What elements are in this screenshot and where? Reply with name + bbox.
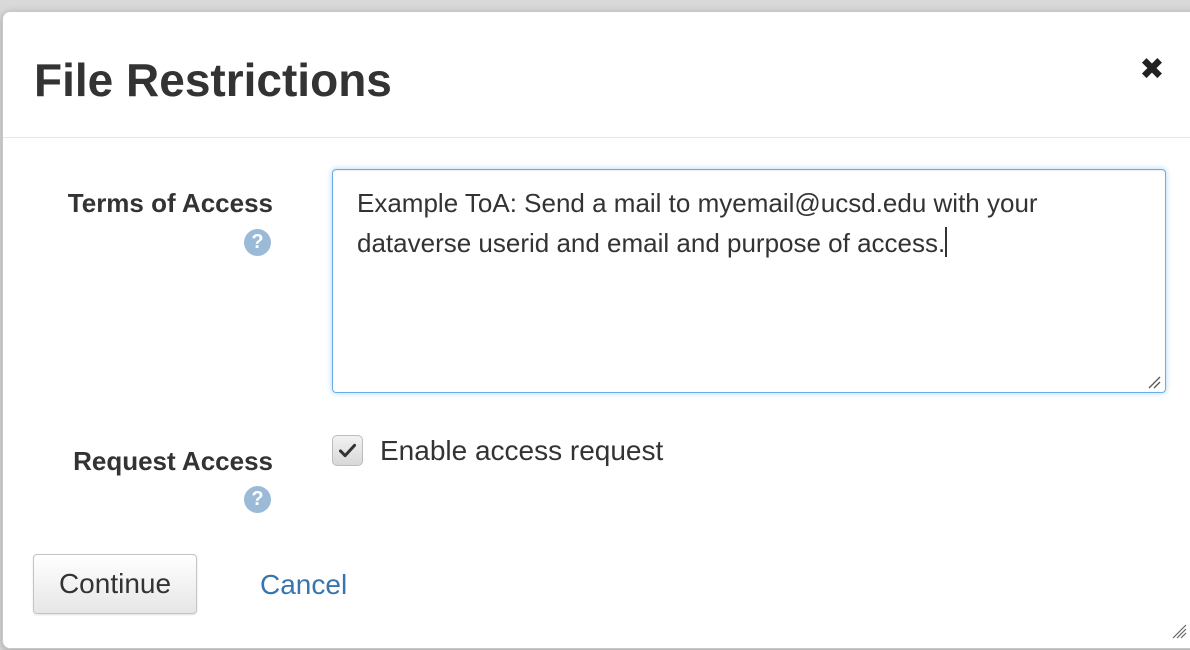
close-icon[interactable]: ✖ xyxy=(1139,55,1165,85)
cancel-link[interactable]: Cancel xyxy=(260,568,347,602)
help-icon[interactable]: ? xyxy=(244,486,271,513)
resize-grip-icon[interactable] xyxy=(1147,375,1161,389)
dialog-header: File Restrictions ✖ xyxy=(3,12,1190,138)
continue-button[interactable]: Continue xyxy=(33,554,197,614)
request-access-label: Request Access xyxy=(73,446,273,476)
file-restrictions-dialog: File Restrictions ✖ Terms of Access ? Ex… xyxy=(2,11,1190,649)
terms-of-access-textarea[interactable]: Example ToA: Send a mail to myemail@ucsd… xyxy=(332,169,1166,393)
dialog-title: File Restrictions xyxy=(34,54,392,106)
text-cursor xyxy=(945,227,948,257)
enable-access-request-label[interactable]: Enable access request xyxy=(380,434,663,468)
terms-of-access-label: Terms of Access xyxy=(67,188,273,218)
checkmark-icon xyxy=(338,443,357,458)
window-resize-grip-icon[interactable] xyxy=(1171,623,1187,639)
terms-of-access-text: Example ToA: Send a mail to myemail@ucsd… xyxy=(357,188,1038,258)
enable-access-request-checkbox[interactable] xyxy=(332,435,363,466)
help-icon[interactable]: ? xyxy=(244,229,271,256)
